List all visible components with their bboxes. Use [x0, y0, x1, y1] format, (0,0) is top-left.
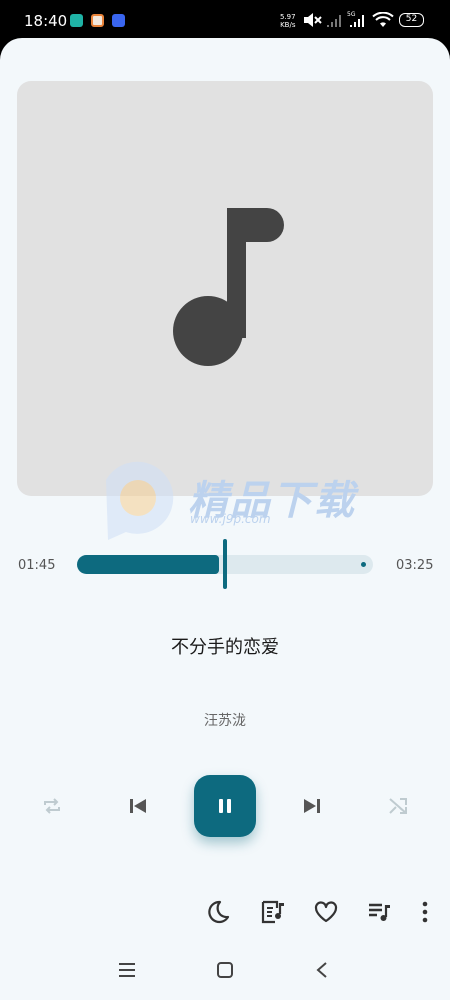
app-notification-icon: [91, 14, 104, 27]
watermark-logo: [106, 461, 174, 540]
pause-icon: [219, 799, 231, 813]
status-bar: 18:40 5.97 KB/s 5G 52: [0, 0, 450, 40]
song-title: 不分手的恋爱: [171, 637, 279, 658]
album-artwork: [17, 81, 433, 496]
cloud-notification-icon: [112, 14, 125, 27]
music-note-icon: [173, 208, 284, 366]
chat-notification-icon: [70, 14, 83, 27]
status-time: 18:40: [24, 12, 68, 30]
seek-bar-progress: [77, 555, 219, 574]
queue-icon[interactable]: [366, 899, 392, 925]
total-time: 03:25: [396, 558, 434, 573]
shuffle-icon: [389, 798, 407, 814]
back-icon[interactable]: [315, 962, 329, 978]
more-icon[interactable]: [413, 899, 437, 925]
network-speed: 5.97 KB/s: [280, 13, 296, 29]
current-time: 01:45: [18, 558, 56, 573]
battery-indicator: 52: [399, 13, 424, 27]
lyrics-icon[interactable]: [260, 899, 286, 925]
menu-icon[interactable]: [118, 962, 136, 978]
skip-next-icon: [304, 799, 320, 813]
player-screen: 精品下载 www.j9p.com 01:45 03:25 不分手的恋爱 汪苏泷: [0, 38, 450, 1000]
mute-icon: [304, 13, 322, 27]
seek-bar-end-dot: [361, 562, 366, 567]
skip-previous-icon: [130, 799, 146, 813]
repeat-button[interactable]: [38, 792, 66, 820]
seek-thumb[interactable]: [223, 539, 227, 589]
signal-5g-icon: [350, 15, 364, 27]
artist-name[interactable]: 汪苏泷: [0, 710, 450, 730]
repeat-icon: [44, 798, 60, 814]
shuffle-button[interactable]: [384, 792, 412, 820]
previous-button[interactable]: [124, 792, 152, 820]
wifi-icon: [372, 12, 394, 27]
sleep-timer-icon[interactable]: [205, 899, 231, 925]
watermark-url: www.j9p.com: [190, 512, 271, 526]
home-icon[interactable]: [216, 962, 234, 978]
favorite-icon[interactable]: [313, 899, 339, 925]
signal-icon: [327, 15, 341, 27]
next-button[interactable]: [298, 792, 326, 820]
pause-button[interactable]: [194, 775, 256, 837]
